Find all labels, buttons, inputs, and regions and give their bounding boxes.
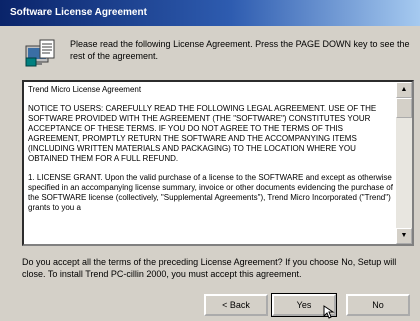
no-button[interactable]: No bbox=[346, 294, 410, 316]
intro-text: Please read the following License Agreem… bbox=[70, 39, 410, 61]
accept-question: Do you accept all the terms of the prece… bbox=[22, 257, 397, 279]
back-button[interactable]: < Back bbox=[204, 294, 268, 316]
license-dialog: Software License Agreement Please read t… bbox=[0, 0, 420, 320]
vertical-scrollbar[interactable]: ▲ ▼ bbox=[396, 82, 412, 244]
arrow-up-icon: ▲ bbox=[400, 86, 408, 93]
license-agreement-icon bbox=[24, 38, 58, 68]
mouse-pointer-icon bbox=[323, 305, 335, 319]
arrow-down-icon: ▼ bbox=[400, 232, 408, 239]
scroll-down-button[interactable]: ▼ bbox=[396, 228, 412, 244]
license-notice: NOTICE TO USERS: CAREFULLY READ THE FOLL… bbox=[28, 104, 377, 163]
scroll-up-button[interactable]: ▲ bbox=[396, 82, 412, 98]
license-text: Trend Micro License Agreement NOTICE TO … bbox=[28, 85, 394, 222]
license-grant: 1. LICENSE GRANT. Upon the valid purchas… bbox=[28, 173, 393, 212]
window-title: Software License Agreement bbox=[10, 7, 147, 18]
license-textbox[interactable]: Trend Micro License Agreement NOTICE TO … bbox=[22, 80, 414, 246]
title-bar: Software License Agreement bbox=[0, 0, 420, 26]
license-heading: Trend Micro License Agreement bbox=[28, 85, 142, 94]
scroll-thumb[interactable] bbox=[396, 98, 412, 118]
